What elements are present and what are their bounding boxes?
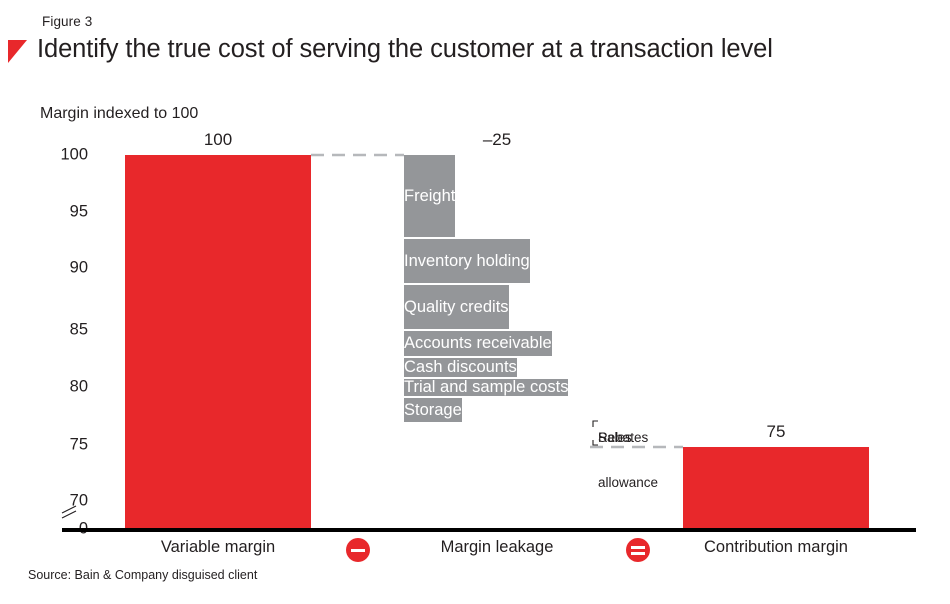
x-axis-baseline: [62, 528, 916, 532]
segment-storage[interactable]: Storage: [404, 396, 462, 422]
segment-label: Inventory holding: [404, 251, 530, 270]
bar-variable-margin[interactable]: [125, 155, 311, 529]
segment-quality-credits[interactable]: Quality credits: [404, 283, 509, 329]
bar-value-contribution-margin: 75: [766, 422, 786, 441]
chart-canvas: Margin indexed to 100 100 95 90 85 80 75…: [0, 0, 950, 604]
callout-sales-allowance-line2: allowance: [598, 475, 659, 490]
x-label-variable-margin: Variable margin: [160, 538, 276, 556]
y-tick-70: 70: [69, 491, 88, 510]
source-note: Source: Bain & Company disguised client: [28, 568, 258, 582]
segment-inventory-holding[interactable]: Inventory holding: [404, 237, 530, 283]
x-label-margin-leakage: Margin leakage: [440, 538, 554, 556]
y-tick-95: 95: [69, 202, 88, 221]
segment-label: Storage: [404, 400, 462, 419]
y-tick-90: 90: [69, 258, 88, 277]
y-tick-100: 100: [60, 145, 88, 164]
callout-sales-allowance: Sales allowance: [598, 400, 658, 520]
bar-contribution-margin[interactable]: [683, 447, 869, 529]
y-tick-85: 85: [69, 320, 88, 339]
bar-value-variable-margin: 100: [203, 130, 233, 149]
minus-operator-icon: [346, 538, 370, 562]
y-tick-80: 80: [69, 377, 88, 396]
bar-value-margin-leakage: –25: [482, 130, 512, 149]
y-tick-75: 75: [69, 435, 88, 454]
stacked-bar-margin-leakage[interactable]: Freight Inventory holding Quality credit…: [404, 155, 590, 447]
segment-freight[interactable]: Freight: [404, 155, 456, 237]
segment-label: Trial and sample costs: [404, 378, 569, 396]
segment-accounts-receivable[interactable]: Accounts receivable: [404, 329, 552, 356]
segment-trial-and-sample-costs[interactable]: Trial and sample costs: [404, 377, 569, 396]
segment-label: Accounts receivable: [404, 334, 552, 352]
segment-label: Quality credits: [404, 297, 509, 316]
equals-operator-icon: [626, 538, 650, 562]
segment-label: Freight: [404, 186, 456, 205]
segment-label: Cash discounts: [404, 358, 517, 376]
axis-break-icon: [61, 505, 77, 519]
callout-rebates: Rebates: [598, 430, 649, 445]
x-label-contribution-margin: Contribution margin: [704, 538, 848, 556]
segment-cash-discounts[interactable]: Cash discounts: [404, 356, 517, 377]
